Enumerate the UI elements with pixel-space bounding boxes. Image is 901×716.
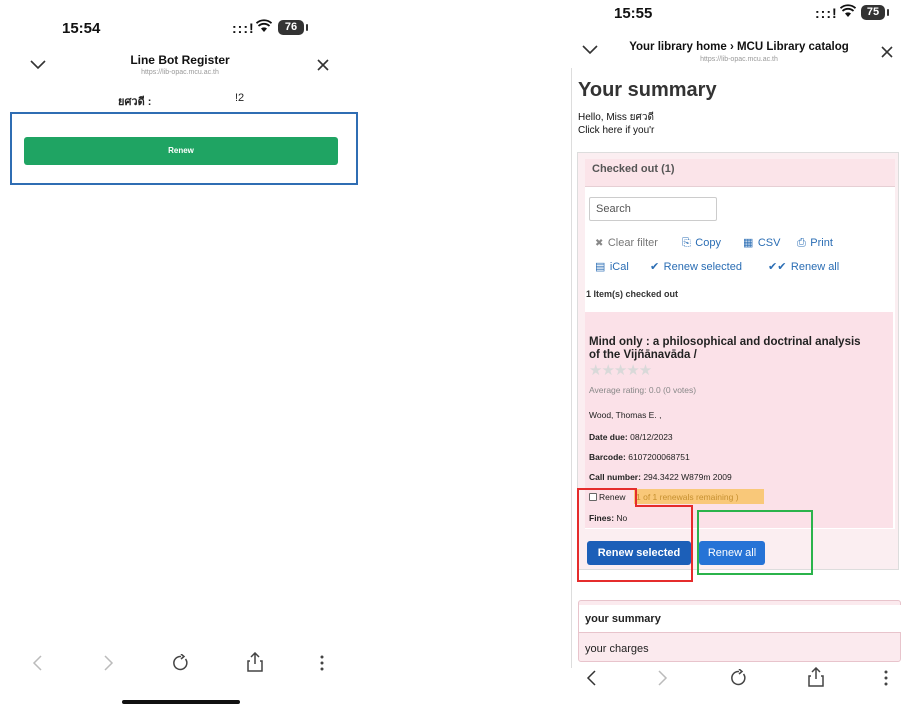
- ical-label: iCal: [609, 261, 629, 273]
- user-id: !2: [235, 92, 245, 104]
- renewals-remaining: 1 of 1 renewals remaining ): [636, 492, 739, 502]
- user-name: ยศวดี :: [118, 96, 152, 108]
- menu-item-summary[interactable]: your summary: [579, 605, 901, 633]
- close-icon[interactable]: [881, 46, 893, 58]
- print-label: Print: [810, 237, 833, 249]
- back-icon[interactable]: [32, 655, 42, 671]
- csv-button[interactable]: ▦ CSV: [743, 233, 780, 251]
- status-time: 15:55: [614, 5, 653, 22]
- wifi-icon: [840, 4, 856, 18]
- signal-icon: :::!: [232, 20, 255, 36]
- double-check-icon: ✔✔: [768, 261, 787, 273]
- call-number-row: Call number: 294.3422 W879m 2009: [589, 472, 732, 482]
- clear-icon: ✖: [595, 238, 604, 249]
- renew-button[interactable]: Renew: [24, 137, 338, 165]
- wifi-icon: [256, 19, 272, 33]
- menu-item-charges[interactable]: your charges: [585, 643, 649, 655]
- forward-icon[interactable]: [658, 670, 668, 686]
- call-number-label: Call number:: [589, 472, 641, 482]
- date-due-row: Date due: 08/12/2023: [589, 432, 673, 442]
- tab-checked-out[interactable]: Checked out (1): [592, 163, 675, 175]
- red-highlight-left: [577, 488, 636, 582]
- renew-all-button[interactable]: Renew all: [699, 541, 765, 565]
- share-icon[interactable]: [247, 652, 263, 672]
- rating-text: Average rating: 0.0 (0 votes): [589, 385, 697, 395]
- item-title[interactable]: Mind only : a philosophical and doctrina…: [589, 336, 889, 362]
- calendar-icon: ▤: [595, 261, 606, 273]
- renew-all-link[interactable]: ✔✔ Renew all: [768, 257, 839, 275]
- greeting-text: Hello, Miss ยศวดี: [578, 112, 654, 123]
- menu-summary-label: your summary: [585, 613, 661, 625]
- check-icon: ✔: [650, 261, 660, 273]
- copy-button[interactable]: ⎘ Copy: [682, 233, 721, 251]
- renew-selected-label: Renew selected: [663, 261, 742, 273]
- logout-link[interactable]: Click here if you'r: [578, 125, 654, 136]
- battery-icon: 76: [278, 20, 308, 35]
- chevron-down-icon[interactable]: [30, 60, 46, 70]
- reload-icon[interactable]: [172, 654, 190, 672]
- page-title: Your summary: [578, 79, 717, 101]
- table-icon: ▦: [743, 237, 754, 249]
- barcode-row: Barcode: 6107200068751: [589, 452, 690, 462]
- header-title: Line Bot Register: [130, 53, 230, 67]
- more-icon[interactable]: [320, 655, 324, 671]
- search-placeholder: Search: [596, 203, 631, 215]
- ical-button[interactable]: ▤ iCal: [595, 257, 629, 275]
- item-title-line1: Mind only : a philosophical and doctrina…: [589, 336, 861, 348]
- item-author: Wood, Thomas E. ,: [589, 410, 662, 420]
- date-due-value: 08/12/2023: [630, 432, 673, 442]
- chevron-down-icon[interactable]: [582, 45, 598, 55]
- renew-all-label: Renew all: [790, 261, 840, 273]
- share-icon[interactable]: [808, 667, 824, 687]
- signal-icon: :::!: [815, 5, 838, 21]
- clear-filter-button[interactable]: ✖ Clear filter: [595, 233, 658, 251]
- renew-selected-button[interactable]: Renew selected: [587, 541, 691, 565]
- battery-icon: 75: [861, 5, 889, 20]
- renew-selected-link[interactable]: ✔ Renew selected: [650, 257, 742, 275]
- red-highlight-bottom: [577, 580, 693, 582]
- clear-filter-label: Clear filter: [607, 237, 658, 249]
- search-input[interactable]: Search: [589, 197, 717, 221]
- red-highlight-notch-h: [635, 505, 693, 507]
- red-highlight-right: [691, 505, 693, 582]
- reload-icon[interactable]: [730, 669, 748, 687]
- more-icon[interactable]: [884, 670, 888, 686]
- barcode-label: Barcode:: [589, 452, 626, 462]
- header-url: https://lib-opac.mcu.ac.th: [700, 56, 778, 63]
- rating-stars[interactable]: ★★★★★: [589, 361, 652, 379]
- header-title: Your library home › MCU Library catalog: [629, 41, 849, 53]
- header-url: https://lib-opac.mcu.ac.th: [141, 69, 219, 76]
- copy-label: Copy: [695, 237, 721, 249]
- print-button[interactable]: ⎙ Print: [797, 233, 833, 251]
- print-icon: ⎙: [797, 237, 806, 249]
- call-number-value: 294.3422 W879m 2009: [643, 472, 732, 482]
- barcode-value: 6107200068751: [628, 452, 690, 462]
- date-due-label: Date due:: [589, 432, 628, 442]
- status-time: 15:54: [62, 20, 101, 37]
- home-indicator: [122, 700, 240, 704]
- back-icon[interactable]: [586, 670, 596, 686]
- forward-icon[interactable]: [104, 655, 114, 671]
- csv-label: CSV: [757, 237, 781, 249]
- copy-icon: ⎘: [682, 237, 691, 249]
- items-count: 1 Item(s) checked out: [586, 289, 679, 299]
- close-icon[interactable]: [317, 59, 329, 71]
